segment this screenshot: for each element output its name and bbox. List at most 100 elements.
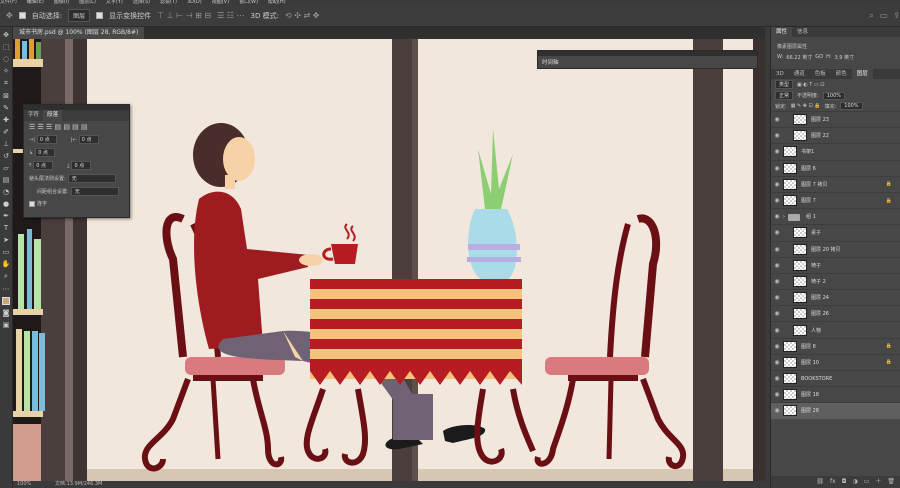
visibility-eye-icon[interactable]: ◉ bbox=[771, 181, 783, 188]
history-brush-icon[interactable]: ↺ bbox=[3, 152, 9, 160]
layer-row[interactable]: ◉ 书架1 bbox=[771, 143, 900, 159]
tab-paragraph[interactable]: 段落 bbox=[43, 110, 63, 121]
fx-icon[interactable]: fx bbox=[830, 476, 836, 488]
layer-row[interactable]: ◉ 椅子 bbox=[771, 256, 900, 273]
foreground-color-swatch[interactable] bbox=[2, 297, 10, 305]
screen-mode-icon[interactable]: ▣ bbox=[3, 321, 10, 329]
first-line-field[interactable]: 0 点 bbox=[35, 148, 56, 157]
new-layer-icon[interactable]: ＋ bbox=[875, 476, 881, 488]
visibility-eye-icon[interactable]: ◉ bbox=[771, 148, 783, 155]
group-expand-icon[interactable]: › bbox=[783, 214, 785, 220]
visibility-eye-icon[interactable]: ◉ bbox=[771, 343, 783, 350]
indent-left-field[interactable]: 0 点 bbox=[36, 135, 57, 144]
eraser-icon[interactable]: ▱ bbox=[3, 164, 8, 172]
type-icon[interactable]: T bbox=[4, 224, 8, 232]
more-tools-icon[interactable]: ⋯ bbox=[3, 285, 10, 293]
spacing-dropdown[interactable]: 无 bbox=[70, 187, 119, 196]
tab-info[interactable]: 信息 bbox=[792, 27, 813, 37]
crop-icon[interactable]: ⌗ bbox=[4, 79, 8, 88]
visibility-eye-icon[interactable]: ◉ bbox=[771, 197, 783, 204]
auto-select-dropdown[interactable]: 图层 bbox=[68, 9, 91, 22]
layer-row[interactable]: ◉ 图层 6 bbox=[771, 159, 900, 176]
tab-swatches[interactable]: 色板 bbox=[810, 69, 831, 79]
height-value[interactable]: 3.9 英寸 bbox=[835, 54, 855, 61]
visibility-eye-icon[interactable]: ◉ bbox=[771, 359, 783, 366]
distribute-icons[interactable]: ☰ ☷ ⋯ bbox=[217, 11, 244, 20]
visibility-eye-icon[interactable]: ◉ bbox=[771, 327, 783, 334]
space-before-field[interactable]: 0 点 bbox=[33, 161, 54, 170]
visibility-eye-icon[interactable]: ◉ bbox=[771, 294, 783, 301]
hand-icon[interactable]: ✋ bbox=[2, 260, 11, 268]
eyedropper-icon[interactable]: ✎ bbox=[3, 104, 9, 112]
layer-row[interactable]: ◉ 图层 7 拷贝 🔒 bbox=[771, 175, 900, 192]
visibility-eye-icon[interactable]: ◉ bbox=[771, 278, 783, 285]
layer-row[interactable]: ◉ 图层 18 bbox=[771, 386, 900, 402]
move-tool-icon[interactable]: ✥ bbox=[6, 11, 13, 20]
layer-row[interactable]: ◉ 图层 8 🔒 bbox=[771, 337, 900, 354]
dodge-icon[interactable]: ● bbox=[3, 200, 9, 208]
mode3d-icons[interactable]: ⟲ ✣ ⇄ ✥ bbox=[285, 11, 319, 20]
folder-icon[interactable]: ▭ bbox=[864, 476, 870, 488]
layer-row[interactable]: ◉ 图层 10 🔒 bbox=[771, 353, 900, 370]
layer-row[interactable]: ◉ 图层 28 bbox=[771, 402, 900, 419]
visibility-eye-icon[interactable]: ◉ bbox=[771, 310, 783, 317]
zoom-level[interactable]: 100% bbox=[17, 481, 31, 487]
tab-3d[interactable]: 3D bbox=[771, 69, 789, 79]
link-wh[interactable]: GO bbox=[815, 54, 823, 61]
visibility-eye-icon[interactable]: ◉ bbox=[771, 229, 783, 236]
opacity-field[interactable]: 100% bbox=[822, 91, 845, 100]
zoom-icon[interactable]: ⌕ bbox=[4, 272, 8, 281]
marquee-icon[interactable]: ⬚ bbox=[3, 43, 10, 51]
path-select-icon[interactable]: ➤ bbox=[3, 236, 9, 244]
visibility-eye-icon[interactable]: ◉ bbox=[771, 391, 783, 398]
visibility-eye-icon[interactable]: ◉ bbox=[771, 165, 783, 172]
quick-mask-icon[interactable]: ◙ bbox=[3, 309, 10, 317]
document-tab[interactable]: 城市书房.psd @ 100% (图层 28, RGB/8#) bbox=[13, 27, 145, 39]
layer-row[interactable]: ◉ 图层 26 bbox=[771, 305, 900, 321]
lock-icons[interactable]: ▦ ✎ ✥ ⊡ 🔒 bbox=[791, 103, 821, 109]
filter-icons[interactable]: ▣ ◐ T ▭ ⊡ bbox=[797, 82, 824, 88]
tab-color[interactable]: 颜色 bbox=[831, 69, 852, 79]
blend-mode-dropdown[interactable]: 正常 bbox=[775, 91, 794, 100]
layer-row[interactable]: ◉ 图层 24 bbox=[771, 289, 900, 305]
tab-layers[interactable]: 图层 bbox=[851, 69, 873, 79]
blur-icon[interactable]: ◔ bbox=[3, 188, 9, 196]
workspace-icon[interactable]: ▭ bbox=[880, 11, 888, 20]
layer-row[interactable]: ◉ 图层 7 🔒 bbox=[771, 191, 900, 208]
shape-icon[interactable]: ▭ bbox=[3, 248, 10, 256]
pen-icon[interactable]: ✒ bbox=[3, 212, 9, 220]
mask-icon[interactable]: ◘ bbox=[842, 476, 847, 488]
layer-row[interactable]: ◉ BOOKSTORE bbox=[771, 370, 900, 386]
space-after-field[interactable]: 0 点 bbox=[71, 161, 92, 170]
visibility-eye-icon[interactable]: ◉ bbox=[771, 262, 783, 269]
stamp-icon[interactable]: ⊥ bbox=[3, 140, 9, 148]
avoid-dropdown[interactable]: 无 bbox=[67, 174, 116, 183]
layer-row[interactable]: ◉ 图层 23 bbox=[771, 111, 900, 127]
visibility-eye-icon[interactable]: ◉ bbox=[771, 375, 783, 382]
magic-wand-icon[interactable]: ✧ bbox=[3, 67, 9, 75]
fill-field[interactable]: 100% bbox=[840, 102, 863, 110]
alignment-buttons[interactable]: ☰ ☰ ☰ ▤ ▤ ▤ ▤ bbox=[24, 121, 129, 133]
layer-kind-filter[interactable]: 类型 bbox=[775, 80, 794, 89]
trash-icon[interactable]: 🗑 bbox=[887, 476, 895, 488]
indent-right-field[interactable]: 0 点 bbox=[78, 135, 99, 144]
visibility-eye-icon[interactable]: ◉ bbox=[771, 213, 783, 220]
visibility-eye-icon[interactable]: ◉ bbox=[771, 132, 783, 139]
move-icon[interactable]: ✥ bbox=[3, 31, 9, 39]
visibility-eye-icon[interactable]: ◉ bbox=[771, 407, 783, 414]
layer-row[interactable]: ◉ 人物 bbox=[771, 321, 900, 337]
tab-character[interactable]: 字符 bbox=[24, 110, 43, 121]
layer-row[interactable]: ◉ 桌子 bbox=[771, 224, 900, 240]
layer-row[interactable]: ◉ 图层 20 拷贝 bbox=[771, 240, 900, 257]
hyphen-checkbox[interactable] bbox=[29, 200, 35, 207]
show-transform-checkbox[interactable] bbox=[96, 12, 104, 19]
width-value[interactable]: 66.22 英寸 bbox=[786, 54, 812, 61]
adjust-icon[interactable]: ◑ bbox=[852, 476, 857, 488]
link-icon[interactable]: ⛓ bbox=[816, 476, 824, 488]
layer-row[interactable]: ◉ 图层 22 bbox=[771, 127, 900, 143]
align-icons[interactable]: ⊤ ⊥ ⊢ ⊣ ⊞ ⊟ bbox=[157, 11, 211, 20]
tab-channels[interactable]: 通道 bbox=[789, 69, 810, 79]
search-icon[interactable]: ⌕ bbox=[869, 11, 873, 21]
brush-icon[interactable]: ✐ bbox=[3, 128, 9, 136]
timeline-title[interactable]: 时间轴 bbox=[538, 56, 757, 68]
